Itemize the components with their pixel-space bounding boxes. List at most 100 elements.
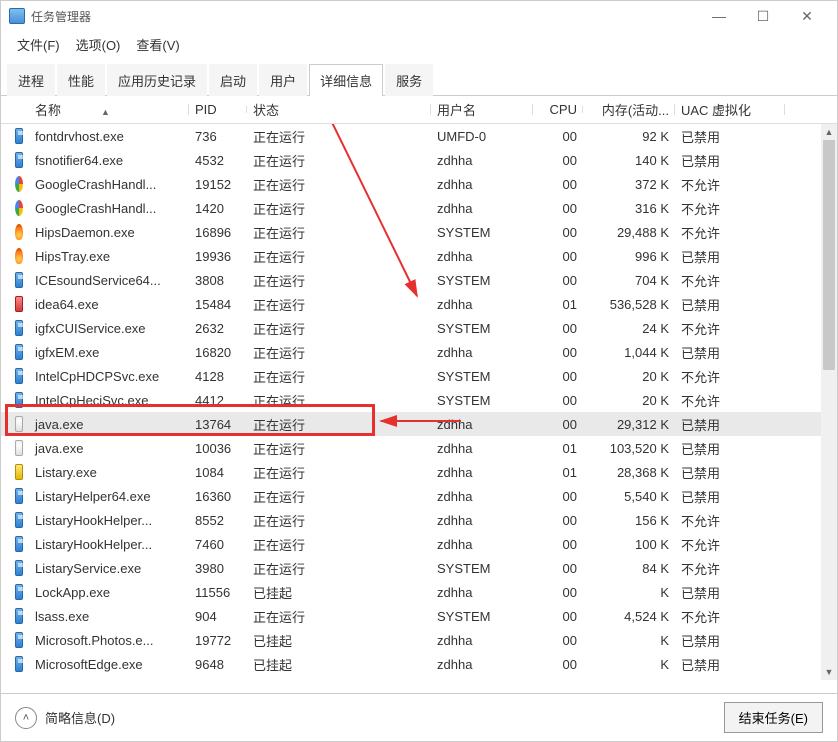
cell-user: zdhha [431,201,533,216]
cell-mem: 103,520 K [583,441,675,456]
maximize-button[interactable]: ☐ [741,1,785,31]
table-row[interactable]: HipsTray.exe19936正在运行zdhha00996 K已禁用 [1,244,837,268]
table-row[interactable]: ListaryHookHelper...7460正在运行zdhha00100 K… [1,532,837,556]
table-row[interactable]: GoogleCrashHandl...1420正在运行zdhha00316 K不… [1,196,837,220]
process-icon [15,560,23,576]
scrollbar-thumb[interactable] [823,140,835,370]
cell-pid: 736 [189,129,247,144]
table-row[interactable]: Microsoft.Photos.e...19772已挂起zdhha00K已禁用 [1,628,837,652]
cell-user: zdhha [431,153,533,168]
process-table: 名称▲ PID 状态 用户名 CPU 内存(活动... UAC 虚拟化 font… [1,96,837,693]
tab-users[interactable]: 用户 [259,64,307,96]
cell-state: 正在运行 [247,535,431,554]
table-row[interactable]: fontdrvhost.exe736正在运行UMFD-00092 K已禁用 [1,124,837,148]
table-row[interactable]: idea64.exe15484正在运行zdhha01536,528 K已禁用 [1,292,837,316]
cell-cpu: 00 [533,561,583,576]
cell-user: zdhha [431,489,533,504]
table-row[interactable]: Listary.exe1084正在运行zdhha0128,368 K已禁用 [1,460,837,484]
scroll-up-icon[interactable]: ▲ [821,124,837,140]
table-row[interactable]: GoogleCrashHandl...19152正在运行zdhha00372 K… [1,172,837,196]
table-row[interactable]: igfxCUIService.exe2632正在运行SYSTEM0024 K不允… [1,316,837,340]
col-pid[interactable]: PID [189,102,247,117]
cell-state: 正在运行 [247,391,431,410]
table-row[interactable]: ICEsoundService64...3808正在运行SYSTEM00704 … [1,268,837,292]
col-user[interactable]: 用户名 [431,100,533,119]
menu-view[interactable]: 查看(V) [130,32,185,57]
cell-name: ListaryHelper64.exe [29,489,189,504]
col-uac[interactable]: UAC 虚拟化 [675,100,785,119]
process-icon [15,440,23,456]
cell-uac: 不允许 [675,319,785,338]
cell-mem: 100 K [583,537,675,552]
process-icon [15,656,23,672]
cell-state: 正在运行 [247,511,431,530]
cell-uac: 不允许 [675,223,785,242]
tab-details[interactable]: 详细信息 [309,64,383,96]
cell-uac: 已禁用 [675,415,785,434]
tab-processes[interactable]: 进程 [7,64,55,96]
cell-name: GoogleCrashHandl... [29,177,189,192]
cell-pid: 1420 [189,201,247,216]
table-row[interactable]: MicrosoftEdge.exe9648已挂起zdhha00K已禁用 [1,652,837,676]
table-row[interactable]: HipsDaemon.exe16896正在运行SYSTEM0029,488 K不… [1,220,837,244]
cell-pid: 19152 [189,177,247,192]
cell-mem: 20 K [583,393,675,408]
process-icon [15,344,23,360]
table-body[interactable]: fontdrvhost.exe736正在运行UMFD-00092 K已禁用fsn… [1,124,837,680]
menu-file[interactable]: 文件(F) [11,32,66,57]
app-icon [9,8,25,24]
process-icon [15,176,23,192]
col-cpu[interactable]: CPU [533,102,583,117]
table-row[interactable]: IntelCpHeciSvc.exe4412正在运行SYSTEM0020 K不允… [1,388,837,412]
table-row[interactable]: lsass.exe904正在运行SYSTEM004,524 K不允许 [1,604,837,628]
tab-services[interactable]: 服务 [385,64,433,96]
cell-state: 已挂起 [247,631,431,650]
tab-bar: 进程 性能 应用历史记录 启动 用户 详细信息 服务 [1,63,837,96]
cell-mem: 84 K [583,561,675,576]
cell-user: SYSTEM [431,273,533,288]
col-mem[interactable]: 内存(活动... [583,100,675,119]
vertical-scrollbar[interactable]: ▲ ▼ [821,124,837,680]
table-row[interactable]: LockApp.exe11556已挂起zdhha00K已禁用 [1,580,837,604]
cell-pid: 3808 [189,273,247,288]
scroll-down-icon[interactable]: ▼ [821,664,837,680]
table-row[interactable]: fsnotifier64.exe4532正在运行zdhha00140 K已禁用 [1,148,837,172]
table-row[interactable]: java.exe13764正在运行zdhha0029,312 K已禁用 [1,412,837,436]
table-row[interactable]: java.exe10036正在运行zdhha01103,520 K已禁用 [1,436,837,460]
table-row[interactable]: ListaryHookHelper...8552正在运行zdhha00156 K… [1,508,837,532]
cell-state: 正在运行 [247,559,431,578]
tab-startup[interactable]: 启动 [209,64,257,96]
tab-performance[interactable]: 性能 [57,64,105,96]
process-icon [15,368,23,384]
col-state[interactable]: 状态 [247,100,431,119]
close-button[interactable]: ✕ [785,1,829,31]
process-icon [15,152,23,168]
cell-user: zdhha [431,417,533,432]
cell-cpu: 01 [533,465,583,480]
cell-cpu: 01 [533,441,583,456]
table-row[interactable]: igfxEM.exe16820正在运行zdhha001,044 K已禁用 [1,340,837,364]
cell-cpu: 00 [533,633,583,648]
cell-name: HipsTray.exe [29,249,189,264]
minimize-button[interactable]: — [697,1,741,31]
cell-state: 正在运行 [247,415,431,434]
process-icon [15,608,23,624]
cell-cpu: 00 [533,537,583,552]
process-icon [15,224,23,240]
titlebar[interactable]: 任务管理器 — ☐ ✕ [1,1,837,31]
cell-uac: 不允许 [675,391,785,410]
col-name[interactable]: 名称▲ [29,100,189,119]
table-row[interactable]: ListaryHelper64.exe16360正在运行zdhha005,540… [1,484,837,508]
cell-mem: 1,044 K [583,345,675,360]
table-row[interactable]: ListaryService.exe3980正在运行SYSTEM0084 K不允… [1,556,837,580]
cell-cpu: 00 [533,369,583,384]
cell-user: zdhha [431,585,533,600]
table-row[interactable]: IntelCpHDCPSvc.exe4128正在运行SYSTEM0020 K不允… [1,364,837,388]
cell-pid: 15484 [189,297,247,312]
end-task-button[interactable]: 结束任务(E) [724,702,823,733]
fewer-details-button[interactable]: ˄ 简略信息(D) [15,707,115,729]
cell-state: 正在运行 [247,319,431,338]
menu-options[interactable]: 选项(O) [70,32,127,57]
cell-uac: 不允许 [675,175,785,194]
tab-app-history[interactable]: 应用历史记录 [107,64,207,96]
